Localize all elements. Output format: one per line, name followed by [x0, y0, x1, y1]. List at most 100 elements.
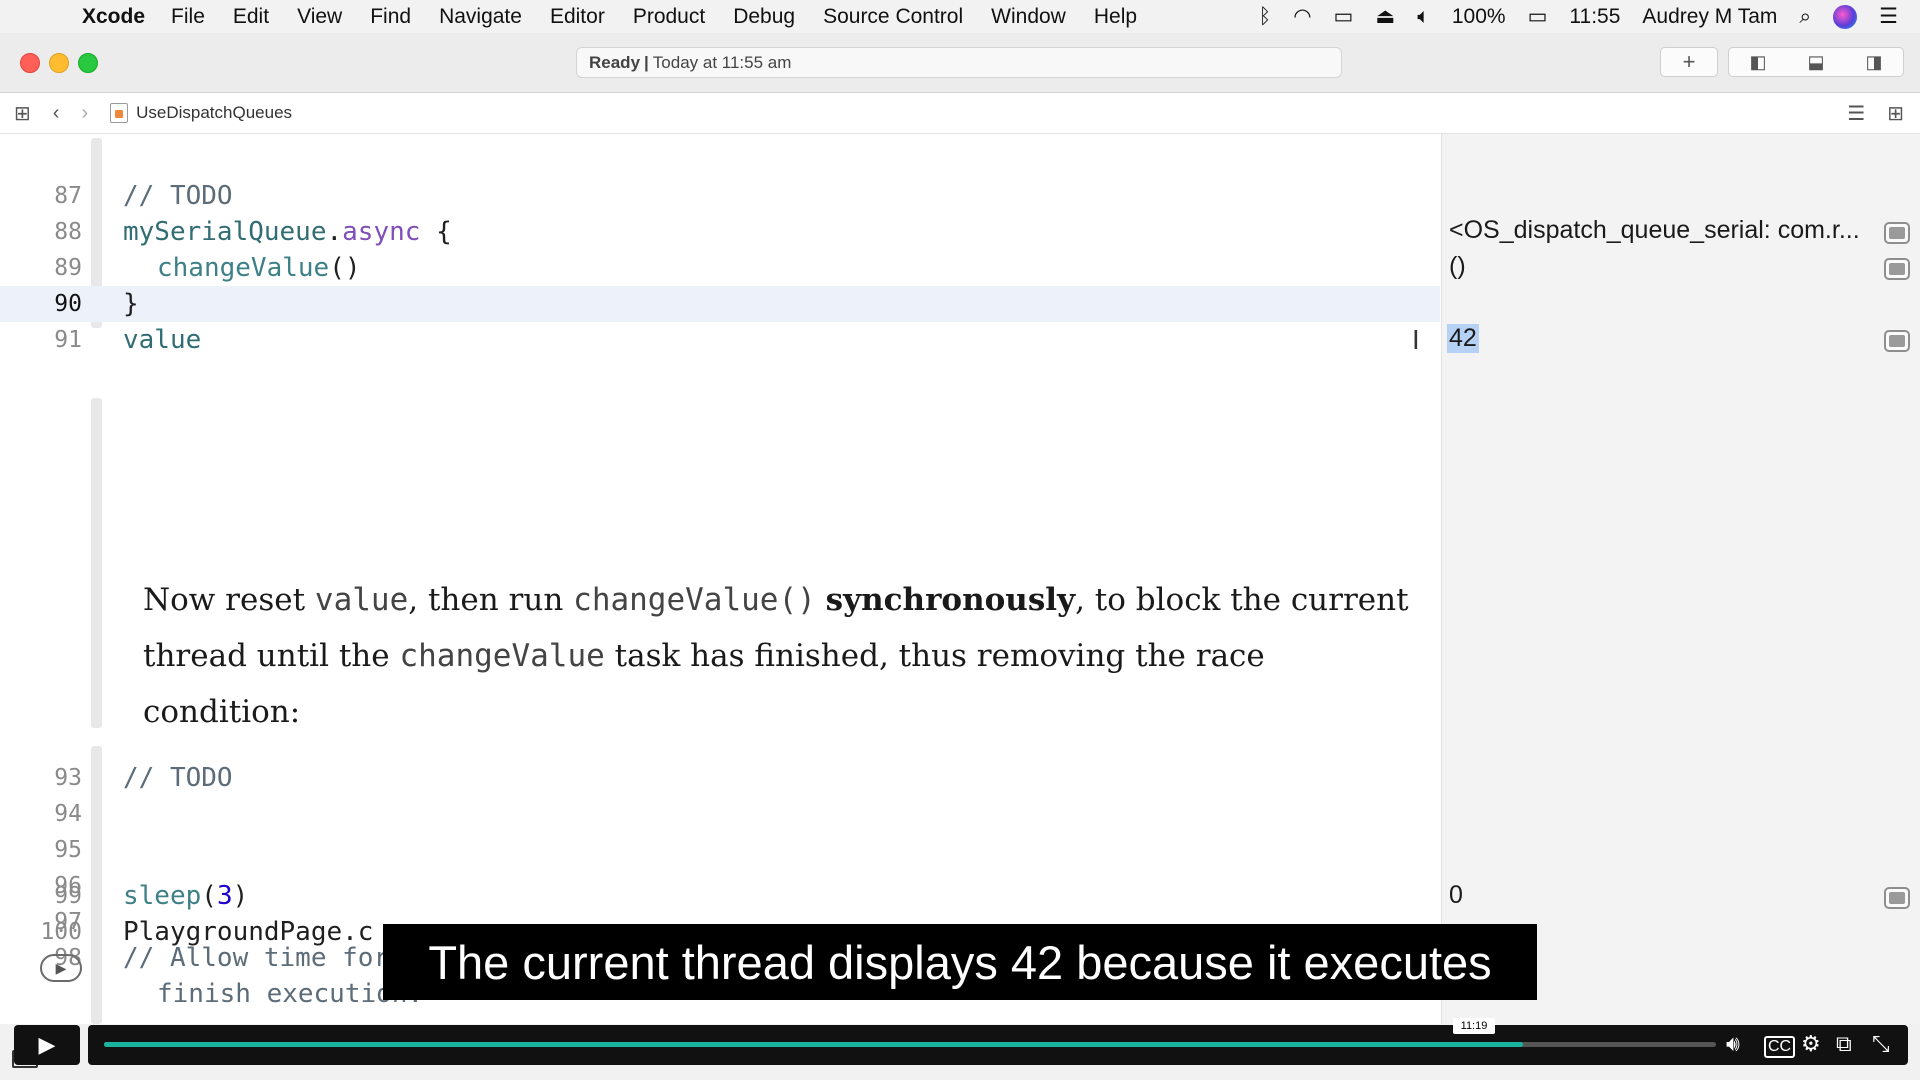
forward-chevron-icon[interactable]: › — [81, 102, 88, 125]
editor-options-icon[interactable]: ☰ — [1847, 101, 1865, 126]
battery-percent: 100% — [1451, 4, 1506, 28]
result-value-selected[interactable]: 42 — [1447, 324, 1479, 353]
status-state: Ready — [589, 52, 641, 72]
video-time-tooltip: 11:19 — [1453, 1018, 1495, 1034]
menu-help[interactable]: Help — [1094, 5, 1137, 29]
line-number: 90 — [54, 291, 82, 317]
menu-view[interactable]: View — [297, 5, 342, 29]
code-identifier: mySerialQueue — [123, 217, 327, 247]
picture-in-picture-icon[interactable]: ⧉ — [1836, 1031, 1852, 1057]
quick-look-icon[interactable] — [1884, 222, 1910, 244]
prose-code: value — [314, 582, 409, 618]
menu-edit[interactable]: Edit — [233, 5, 269, 29]
prose-text: Now reset — [143, 582, 315, 618]
status-detail: Today at 11:55 am — [652, 52, 792, 72]
quick-look-icon[interactable] — [1884, 887, 1910, 909]
settings-gear-icon[interactable]: ⚙ — [1801, 1031, 1821, 1057]
menu-find[interactable]: Find — [370, 5, 411, 29]
markup-prose: Now reset value, then run changeValue() … — [143, 572, 1423, 740]
menu-navigate[interactable]: Navigate — [439, 5, 522, 29]
minimize-window-button[interactable] — [49, 53, 69, 73]
notification-center-icon[interactable]: ☰ — [1879, 4, 1898, 29]
back-chevron-icon[interactable]: ‹ — [53, 102, 60, 125]
menu-file[interactable]: File — [171, 5, 205, 29]
text-cursor-icon: I — [1412, 326, 1420, 356]
code-rest: { — [420, 217, 452, 247]
code-line[interactable]: 95 — [0, 832, 1440, 868]
code-line[interactable]: 88 mySerialQueue.async { — [0, 214, 1440, 250]
quick-look-icon[interactable] — [1884, 258, 1910, 280]
spotlight-search-icon[interactable]: ⌕ — [1799, 5, 1811, 29]
add-editor-icon[interactable]: ⊞ — [1887, 101, 1904, 126]
line-number: 93 — [54, 765, 82, 791]
activity-status: Ready | Today at 11:55 am — [576, 47, 1342, 78]
line-number: 100 — [40, 919, 82, 945]
menu-editor[interactable]: Editor — [550, 5, 605, 29]
zoom-window-button[interactable] — [78, 53, 98, 73]
fullscreen-exit-icon[interactable]: ⤡ — [1872, 1031, 1890, 1057]
navigator-toggle-icon[interactable]: ◧ — [1729, 52, 1787, 73]
debug-area-toggle-icon[interactable]: ⬓ — [1787, 52, 1845, 73]
line-number: 89 — [54, 255, 82, 281]
code-line[interactable]: 89 changeValue() — [0, 250, 1440, 286]
quick-look-icon[interactable] — [1884, 330, 1910, 352]
code-text: PlaygroundPage.c — [123, 917, 374, 947]
window-toolbar: Ready | Today at 11:55 am + ◧ ⬓ ◨ — [0, 33, 1920, 93]
prose-code: changeValue — [399, 638, 605, 674]
menu-app-name[interactable]: Xcode — [82, 5, 145, 29]
code-line[interactable]: 99 sleep(3) — [0, 878, 1440, 914]
current-code-line[interactable]: 90 } — [0, 286, 1440, 322]
eject-icon[interactable]: ⏏ — [1375, 4, 1395, 29]
code-method: async — [342, 217, 421, 247]
menu-source-control[interactable]: Source Control — [823, 5, 963, 29]
library-plus-button[interactable]: + — [1660, 47, 1718, 77]
line-number: 99 — [54, 883, 82, 909]
jump-bar: ⊞ ‹ › UseDispatchQueues ☰ ⊞ — [0, 93, 1920, 134]
prose-text: , then run — [408, 582, 574, 618]
close-window-button[interactable] — [20, 53, 40, 73]
code-text: // TODO — [123, 763, 233, 793]
inspector-toggle-icon[interactable]: ◨ — [1845, 52, 1903, 73]
status-separator: | — [644, 52, 649, 72]
playground-file-icon — [110, 103, 129, 123]
volume-icon[interactable]: 🔊︎ — [1726, 1031, 1740, 1057]
prose-code: changeValue() — [573, 582, 816, 618]
menu-window[interactable]: Window — [991, 5, 1066, 29]
code-line[interactable]: 94 — [0, 796, 1440, 832]
line-number: 88 — [54, 219, 82, 245]
video-play-button[interactable]: ▶ — [14, 1025, 80, 1065]
prose-text — [816, 582, 826, 618]
breadcrumb-file[interactable]: UseDispatchQueues — [136, 103, 292, 123]
bluetooth-icon[interactable]: ᛒ — [1259, 5, 1272, 29]
siri-icon[interactable] — [1833, 4, 1858, 29]
result-value: () — [1449, 252, 1466, 280]
battery-icon[interactable]: ▭ — [1528, 4, 1548, 29]
result-value: 0 — [1449, 881, 1463, 909]
line-number: 94 — [54, 801, 82, 827]
line-number: 87 — [54, 183, 82, 209]
airplay-icon[interactable]: ▭ — [1334, 4, 1354, 29]
wifi-icon[interactable]: ◠ — [1293, 4, 1311, 29]
result-value: <OS_dispatch_queue_serial: com.r... — [1449, 216, 1860, 244]
code-line[interactable]: 87 // TODO — [0, 178, 1440, 214]
closed-captions-icon[interactable]: CC — [1764, 1036, 1796, 1058]
clock[interactable]: 11:55 — [1569, 5, 1620, 29]
line-number: 91 — [54, 327, 82, 353]
code-text: sleep(3) — [123, 881, 248, 911]
code-line[interactable]: 91 value — [0, 322, 1440, 358]
code-function: changeValue — [157, 253, 330, 283]
run-playground-button[interactable]: ▶ — [40, 954, 82, 982]
code-text: changeValue() — [157, 253, 361, 283]
menu-product[interactable]: Product — [633, 5, 705, 29]
code-line[interactable]: 93 // TODO — [0, 760, 1440, 796]
code-rest: () — [329, 253, 361, 283]
code-number: 3 — [216, 881, 233, 911]
volume-icon[interactable]: 🔈︎ — [1417, 5, 1430, 29]
line-number: 95 — [54, 837, 82, 863]
user-name[interactable]: Audrey M Tam — [1642, 5, 1777, 29]
related-items-icon[interactable]: ⊞ — [14, 101, 31, 126]
results-sidebar — [1441, 134, 1920, 1024]
code-dot: . — [326, 217, 343, 247]
menu-debug[interactable]: Debug — [733, 5, 795, 29]
video-subtitle: The current thread displays 42 because i… — [383, 924, 1537, 1000]
